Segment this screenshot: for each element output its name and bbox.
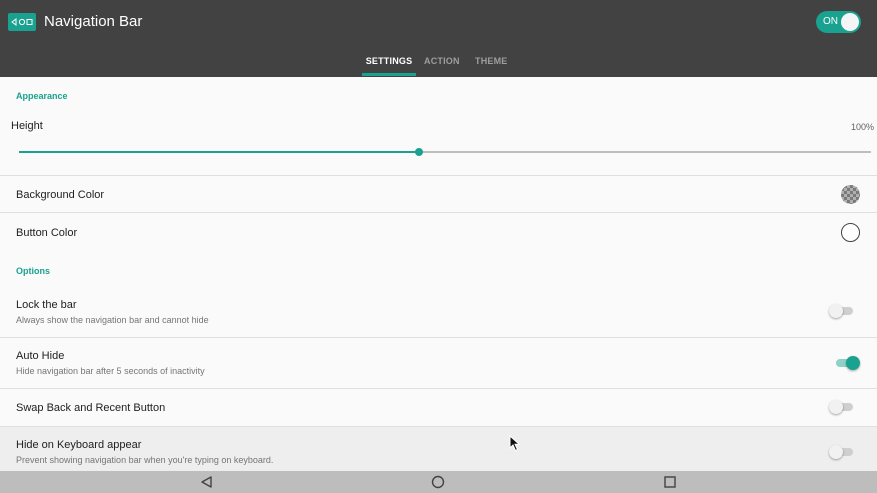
tab-settings[interactable]: SETTINGS (362, 55, 416, 67)
background-color-swatch[interactable] (841, 185, 860, 204)
height-label: Height (11, 120, 43, 132)
divider (0, 212, 877, 213)
height-slider-thumb[interactable] (415, 148, 424, 156)
height-slider-fill (19, 151, 420, 153)
back-icon[interactable] (199, 474, 215, 490)
master-switch-label: ON (823, 16, 838, 27)
active-tab-indicator (362, 73, 416, 76)
auto-hide-title[interactable]: Auto Hide (16, 350, 64, 363)
divider (0, 337, 877, 338)
lock-bar-subtitle: Always show the navigation bar and canno… (16, 315, 209, 325)
section-header-options: Options (16, 266, 50, 276)
divider (0, 388, 877, 389)
divider (0, 175, 877, 176)
swap-buttons-title[interactable]: Swap Back and Recent Button (16, 402, 165, 415)
master-switch[interactable]: ON (816, 11, 861, 33)
app-title: Navigation Bar (44, 13, 143, 30)
system-navigation-bar (0, 471, 877, 493)
height-slider[interactable] (19, 148, 871, 156)
app-logo-icon (8, 13, 36, 31)
auto-hide-subtitle: Hide navigation bar after 5 seconds of i… (16, 366, 205, 376)
lock-bar-title[interactable]: Lock the bar (16, 299, 77, 312)
hide-keyboard-toggle[interactable] (829, 444, 855, 460)
height-value: 100% (851, 122, 875, 132)
recents-icon[interactable] (662, 474, 678, 490)
mouse-cursor-icon (509, 434, 521, 452)
section-header-appearance: Appearance (16, 91, 68, 101)
button-color-label[interactable]: Button Color (16, 227, 77, 240)
master-switch-knob (841, 13, 859, 31)
auto-hide-toggle[interactable] (834, 355, 860, 371)
hide-keyboard-subtitle: Prevent showing navigation bar when you'… (16, 455, 274, 465)
app-bar: Navigation Bar ON SETTINGS ACTION THEME (0, 0, 877, 77)
button-color-swatch[interactable] (841, 223, 860, 242)
tab-theme[interactable]: THEME (475, 55, 508, 67)
lock-bar-toggle[interactable] (829, 303, 855, 319)
background-color-label[interactable]: Background Color (16, 189, 104, 202)
tab-action[interactable]: ACTION (424, 55, 460, 67)
swap-buttons-toggle[interactable] (829, 399, 855, 415)
home-icon[interactable] (430, 474, 446, 490)
hide-keyboard-title[interactable]: Hide on Keyboard appear (16, 439, 141, 452)
